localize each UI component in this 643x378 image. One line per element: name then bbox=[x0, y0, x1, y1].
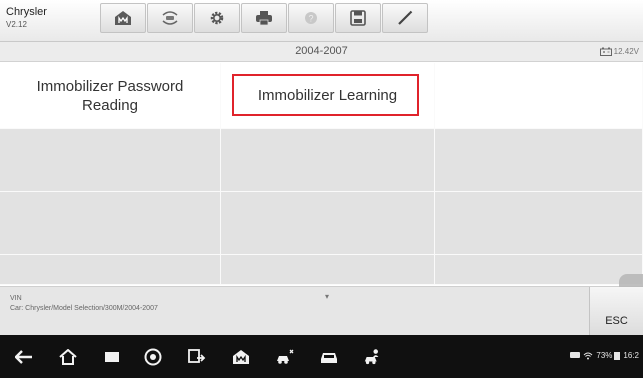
app-window: Chrysler V2.12 ? 2004-2007 12.42V Immobi… bbox=[0, 0, 643, 378]
message-icon bbox=[570, 351, 581, 358]
selection-highlight bbox=[232, 74, 419, 116]
pen-icon bbox=[398, 10, 413, 25]
grid-empty-cell bbox=[221, 192, 435, 255]
vehicle-button[interactable] bbox=[319, 347, 339, 367]
grid-empty-cell bbox=[435, 63, 643, 129]
car-person-icon bbox=[364, 349, 379, 365]
system-status: 73% 16:2 bbox=[570, 351, 639, 360]
vci-connect-button[interactable] bbox=[275, 347, 295, 367]
save-button[interactable] bbox=[335, 3, 381, 33]
screen-switch-button[interactable] bbox=[187, 347, 207, 367]
autel-home-button[interactable] bbox=[231, 347, 251, 367]
remote-support-button[interactable] bbox=[363, 347, 383, 367]
battery-icon bbox=[614, 352, 621, 360]
grid-empty-cell bbox=[435, 129, 643, 192]
vehicle-swap-button[interactable] bbox=[147, 3, 193, 33]
brand-block: Chrysler V2.12 bbox=[6, 6, 98, 36]
help-icon: ? bbox=[305, 12, 317, 24]
vin-label: VIN bbox=[10, 295, 22, 302]
toolbar-buttons: ? bbox=[100, 3, 429, 33]
back-button[interactable] bbox=[14, 347, 34, 367]
screen-switch-icon bbox=[188, 349, 206, 363]
help-button[interactable]: ? bbox=[288, 3, 334, 33]
grid-empty-cell bbox=[221, 129, 435, 192]
battery-voltage-value: 12.42V bbox=[613, 47, 639, 56]
grid-empty-cell bbox=[0, 129, 221, 192]
car-connect-icon bbox=[277, 349, 294, 364]
top-toolbar: Chrysler V2.12 ? bbox=[0, 0, 643, 42]
browser-button[interactable] bbox=[143, 347, 163, 367]
model-years: 2004-2007 bbox=[295, 45, 348, 57]
car-icon bbox=[321, 353, 337, 363]
autel-home-icon bbox=[233, 350, 249, 364]
print-button[interactable] bbox=[241, 3, 287, 33]
wifi-icon bbox=[584, 352, 593, 359]
grid-empty-cell bbox=[435, 255, 643, 285]
home-icon bbox=[115, 11, 131, 25]
vehicle-brand: Chrysler bbox=[6, 6, 47, 18]
software-version: V2.12 bbox=[6, 20, 27, 29]
recent-apps-button[interactable] bbox=[102, 347, 122, 367]
battery-voltage: 12.42V bbox=[599, 47, 639, 56]
android-nav-bar: 73% 16:2 bbox=[0, 335, 643, 378]
function-label-line1: Immobilizer Password bbox=[36, 77, 184, 95]
house-icon bbox=[59, 349, 77, 365]
svg-text:?: ? bbox=[308, 14, 313, 24]
grid-empty-cell bbox=[435, 192, 643, 255]
save-icon bbox=[350, 10, 366, 26]
function-label-line2: Reading bbox=[82, 96, 138, 114]
browser-icon bbox=[144, 348, 162, 366]
esc-button[interactable]: ESC bbox=[589, 287, 643, 336]
sub-header: 2004-2007 12.42V bbox=[0, 42, 643, 62]
info-footer: VIN Car: Chrysler/Model Selection/300M/2… bbox=[0, 274, 643, 336]
car-battery-icon bbox=[599, 47, 612, 56]
settings-button[interactable] bbox=[194, 3, 240, 33]
scroll-indicator-icon: ▾ bbox=[325, 292, 330, 301]
home-button[interactable] bbox=[100, 3, 146, 33]
recent-apps-icon bbox=[105, 352, 119, 362]
grid-empty-cell bbox=[0, 192, 221, 255]
grid-empty-cell bbox=[221, 255, 435, 285]
home-nav-button[interactable] bbox=[58, 347, 78, 367]
function-label: Immobilizer Password Reading bbox=[37, 77, 184, 115]
clock: 16:2 bbox=[623, 351, 639, 360]
function-immobilizer-password-reading[interactable]: Immobilizer Password Reading bbox=[0, 63, 221, 129]
back-icon bbox=[15, 350, 32, 364]
battery-percent: 73% bbox=[596, 351, 613, 360]
vehicle-path: Car: Chrysler/Model Selection/300M/2004-… bbox=[10, 305, 158, 312]
vehicle-swap-icon bbox=[162, 11, 178, 25]
grid-empty-cell bbox=[0, 255, 221, 285]
settings-gear-icon bbox=[210, 11, 224, 25]
function-grid: Immobilizer Password Reading Immobilizer… bbox=[0, 63, 643, 285]
edit-button[interactable] bbox=[382, 3, 428, 33]
print-icon bbox=[256, 11, 272, 26]
